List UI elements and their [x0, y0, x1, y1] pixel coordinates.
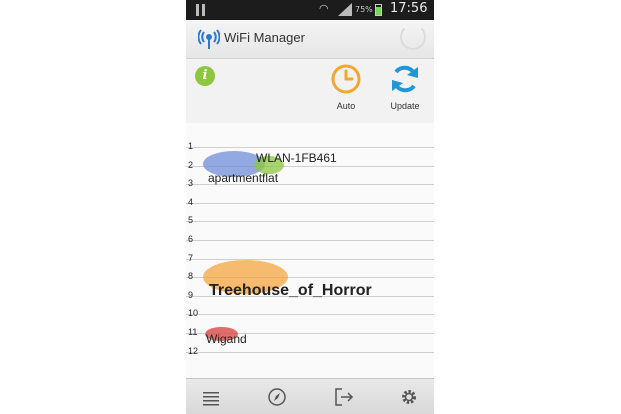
channel-number: 5 [188, 215, 194, 225]
auto-label: Auto [336, 101, 356, 111]
channel-number: 10 [188, 308, 199, 318]
compass-icon[interactable] [266, 387, 288, 407]
battery-percent: 75% [355, 5, 373, 14]
row-divider [186, 240, 434, 241]
clock: 17:56 [390, 1, 428, 16]
channel-number: 9 [188, 290, 194, 300]
wifi-status-icon: ◠ [319, 2, 329, 15]
app-title: WiFi Manager [224, 30, 305, 45]
channel-number: 12 [188, 346, 199, 356]
toolbar: i Auto Update [186, 59, 434, 124]
settings-icon[interactable] [398, 387, 420, 407]
row-divider [186, 259, 434, 260]
pause-icon [196, 4, 199, 16]
row-divider [186, 221, 434, 222]
clock-icon [331, 64, 361, 94]
channel-number: 1 [188, 141, 194, 151]
network-name[interactable]: apartmentflat [208, 171, 278, 185]
auto-button[interactable]: Auto [321, 63, 371, 111]
row-divider [186, 203, 434, 204]
channel-list: 1 2 3 4 5 6 7 8 9 10 11 12 WLAN-1FB461 a… [186, 123, 434, 378]
row-divider [186, 147, 434, 148]
loading-spinner [400, 24, 426, 50]
list-icon[interactable] [200, 387, 222, 407]
channel-number: 6 [188, 234, 194, 244]
update-label: Update [390, 101, 420, 111]
signal-icon [338, 3, 352, 16]
row-divider [186, 352, 434, 353]
exit-icon[interactable] [333, 387, 355, 407]
phone-screen: ◠ 75% 17:56 WiFi Manager i Auto Update 1… [186, 0, 434, 414]
network-name[interactable]: Treehouse_of_Horror [209, 282, 372, 300]
row-divider [186, 314, 434, 315]
channel-number: 8 [188, 271, 194, 281]
battery-icon [375, 4, 382, 16]
wifi-antenna-icon[interactable] [198, 28, 220, 50]
refresh-icon [392, 65, 418, 93]
channel-number: 4 [188, 197, 194, 207]
channel-number: 11 [188, 327, 198, 337]
network-name[interactable]: Wigand [206, 332, 247, 346]
action-bar: WiFi Manager [186, 20, 434, 59]
channel-number: 7 [188, 253, 194, 263]
update-button[interactable]: Update [380, 63, 430, 111]
network-name[interactable]: WLAN-1FB461 [256, 151, 337, 165]
bottom-nav [186, 378, 434, 414]
channel-number: 3 [188, 178, 194, 188]
channel-number: 2 [188, 160, 194, 170]
info-icon[interactable]: i [195, 66, 215, 86]
status-bar: ◠ 75% 17:56 [186, 0, 434, 20]
